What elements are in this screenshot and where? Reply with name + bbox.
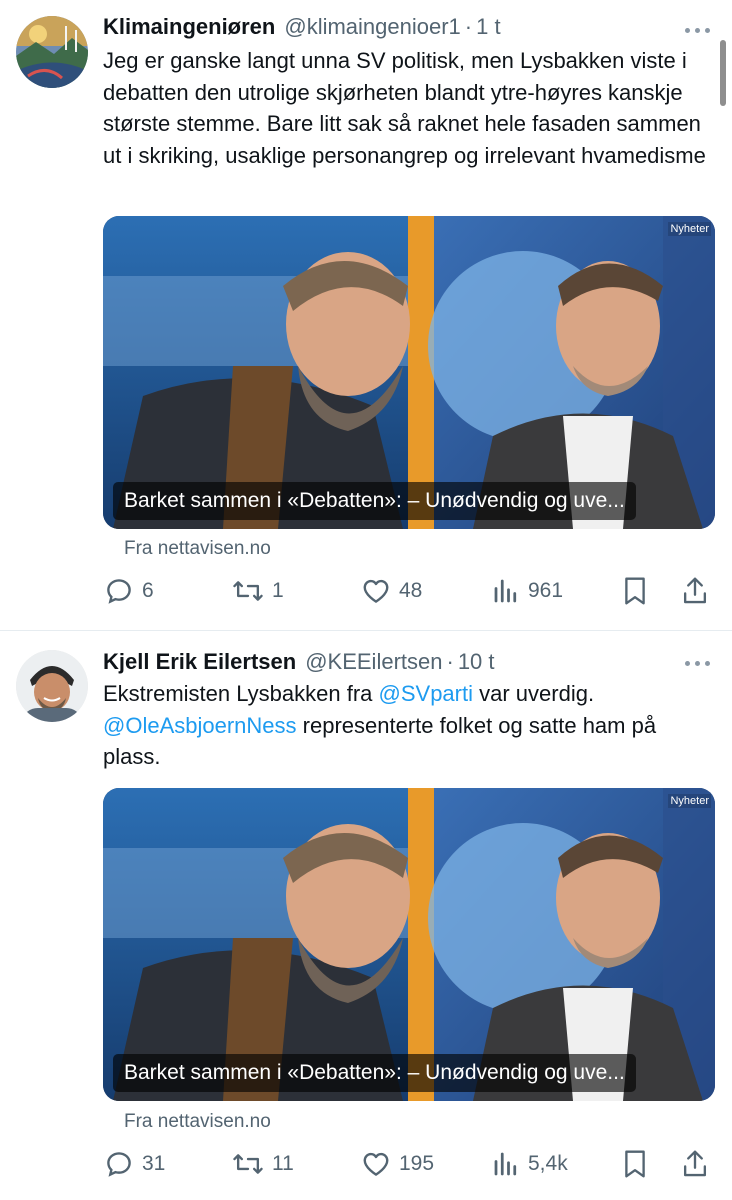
reply-icon bbox=[107, 1152, 131, 1177]
text-segment: var uverdig. bbox=[473, 681, 595, 706]
like-button[interactable]: 48 bbox=[361, 574, 422, 608]
share-button[interactable] bbox=[680, 1147, 710, 1181]
channel-badge: Nyheter bbox=[668, 222, 711, 236]
share-button[interactable] bbox=[680, 574, 710, 608]
card-title: Barket sammen i «Debatten»: – Unødvendig… bbox=[113, 1054, 636, 1092]
like-icon bbox=[363, 1152, 389, 1176]
reply-count: 6 bbox=[142, 579, 154, 602]
repost-button[interactable]: 11 bbox=[232, 1147, 294, 1181]
avatar[interactable] bbox=[16, 650, 88, 722]
views-button[interactable]: 961 bbox=[492, 574, 563, 608]
card-title: Barket sammen i «Debatten»: – Unødvendig… bbox=[113, 482, 636, 520]
reply-button[interactable]: 6 bbox=[104, 574, 154, 608]
view-count: 5,4k bbox=[528, 1152, 568, 1175]
tweet[interactable]: Kjell Erik Eilertsen @KEEilertsen · 10 t… bbox=[0, 631, 732, 1200]
display-name[interactable]: Kjell Erik Eilertsen bbox=[103, 649, 296, 675]
tweet-text: Jeg er ganske langt unna SV politisk, me… bbox=[103, 48, 706, 168]
reply-count: 31 bbox=[142, 1152, 166, 1175]
view-count: 961 bbox=[528, 579, 564, 602]
action-bar: 6 1 48 961 bbox=[0, 574, 732, 608]
tweet-header: Klimaingeniøren @klimaingenioer1 · 1 t bbox=[103, 14, 501, 44]
reply-button[interactable]: 31 bbox=[104, 1147, 165, 1181]
share-icon bbox=[683, 1150, 707, 1177]
repost-count: 1 bbox=[272, 579, 284, 602]
mention-link[interactable]: @SVparti bbox=[379, 681, 473, 706]
card-source[interactable]: Fra nettavisen.no bbox=[124, 538, 271, 560]
views-button[interactable]: 5,4k bbox=[492, 1147, 568, 1181]
user-handle[interactable]: @klimaingenioer1 bbox=[284, 14, 460, 40]
scrollbar[interactable] bbox=[720, 40, 726, 106]
timestamp[interactable]: 1 t bbox=[476, 14, 500, 40]
repost-icon bbox=[233, 1154, 263, 1174]
mention-link[interactable]: @OleAsbjoernNess bbox=[103, 713, 297, 738]
header-separator: · bbox=[464, 14, 473, 39]
channel-badge: Nyheter bbox=[668, 794, 711, 808]
tweet-header: Kjell Erik Eilertsen @KEEilertsen · 10 t bbox=[103, 649, 495, 679]
repost-button[interactable]: 1 bbox=[232, 574, 284, 608]
reply-icon bbox=[107, 579, 131, 604]
timestamp[interactable]: 10 t bbox=[458, 649, 495, 675]
header-separator: · bbox=[446, 649, 454, 674]
views-icon bbox=[494, 579, 517, 603]
action-bar: 31 11 195 5,4k bbox=[0, 1147, 732, 1181]
bookmark-button[interactable] bbox=[620, 574, 650, 608]
bookmark-icon bbox=[625, 577, 645, 605]
user-handle[interactable]: @KEEilertsen bbox=[305, 649, 442, 675]
like-count: 195 bbox=[399, 1152, 435, 1175]
text-segment: Ekstremisten Lysbakken fra bbox=[103, 681, 379, 706]
avatar[interactable] bbox=[16, 16, 88, 88]
more-icon[interactable] bbox=[682, 653, 712, 673]
views-icon bbox=[494, 1152, 517, 1176]
bookmark-icon bbox=[625, 1150, 645, 1178]
like-icon bbox=[363, 579, 389, 603]
bookmark-button[interactable] bbox=[620, 1147, 650, 1181]
link-card[interactable]: Nyheter Barket sammen i «Debatten»: – Un… bbox=[103, 216, 715, 529]
repost-icon bbox=[233, 581, 263, 601]
share-icon bbox=[683, 577, 707, 604]
card-source[interactable]: Fra nettavisen.no bbox=[124, 1111, 271, 1133]
tweet[interactable]: Klimaingeniøren @klimaingenioer1 · 1 t J… bbox=[0, 0, 732, 630]
like-button[interactable]: 195 bbox=[361, 1147, 434, 1181]
tweet-text: Ekstremisten Lysbakken fra @SVparti var … bbox=[103, 678, 713, 773]
display-name[interactable]: Klimaingeniøren bbox=[103, 14, 275, 40]
repost-count: 11 bbox=[272, 1152, 294, 1175]
link-card[interactable]: Nyheter Barket sammen i «Debatten»: – Un… bbox=[103, 788, 715, 1101]
like-count: 48 bbox=[399, 579, 423, 602]
more-icon[interactable] bbox=[682, 20, 712, 40]
